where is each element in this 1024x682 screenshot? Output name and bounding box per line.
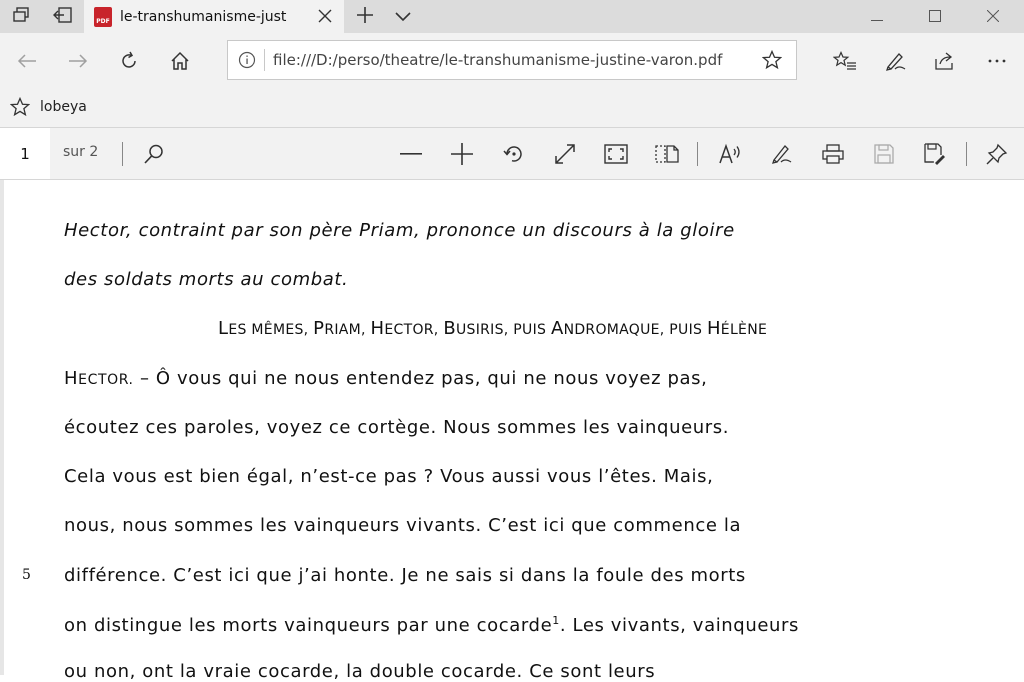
search-icon: [144, 144, 163, 164]
tab-title: le-transhumanisme-just: [120, 8, 287, 25]
speech-line: on distingue les morts vainqueurs par un…: [64, 614, 799, 636]
read-aloud-button[interactable]: [715, 139, 745, 169]
footnote-marker[interactable]: 1: [552, 614, 560, 627]
back-button[interactable]: [12, 46, 42, 76]
page-layout-icon: [655, 145, 679, 163]
maximize-button[interactable]: [906, 0, 964, 33]
speech-line: nous, nous sommes les vainqueurs vivants…: [64, 515, 742, 536]
new-tab-button[interactable]: [344, 0, 386, 33]
refresh-button[interactable]: [114, 46, 144, 76]
url-text[interactable]: file:///D:/perso/theatre/le-transhumanis…: [273, 51, 722, 69]
minimize-icon: [871, 7, 883, 26]
read-aloud-icon: [719, 143, 740, 164]
favorites-bar: lobeya: [0, 89, 1024, 128]
pen-icon: [772, 145, 792, 164]
arrow-left-icon: [17, 54, 36, 68]
pin-toolbar-button[interactable]: [982, 139, 1012, 169]
speech-line: Cela vous est bien égal, n’est-ce pas ? …: [64, 466, 714, 487]
navigation-bar: file:///D:/perso/theatre/le-transhumanis…: [0, 33, 1024, 89]
fit-page-icon: [604, 144, 628, 164]
rotate-icon: [503, 146, 522, 162]
rotate-button[interactable]: [499, 139, 529, 169]
forward-button[interactable]: [63, 46, 93, 76]
favorites-list-icon: [833, 51, 856, 70]
address-bar[interactable]: file:///D:/perso/theatre/le-transhumanis…: [227, 40, 797, 80]
pen-icon: [886, 53, 906, 71]
favorite-star-button[interactable]: [762, 50, 782, 70]
speech-line: différence. C’est ici que j’ai honte. Je…: [64, 565, 746, 586]
favorite-label: lobeya: [40, 99, 87, 115]
tab-manager-button[interactable]: [0, 0, 42, 33]
close-icon: [318, 9, 332, 23]
page-edge: [0, 180, 4, 675]
stage-direction-line: Hector, contraint par son père Priam, pr…: [64, 220, 735, 241]
save-button[interactable]: [869, 139, 899, 169]
home-icon: [171, 51, 189, 70]
arrow-right-icon: [69, 54, 88, 68]
save-as-button[interactable]: [920, 139, 950, 169]
pin-icon: [986, 143, 1008, 165]
star-icon: [10, 97, 30, 117]
speech-line: HECTOR. – Ô vous qui ne nous entendez pa…: [64, 368, 708, 389]
maximize-icon: [929, 7, 941, 26]
home-button[interactable]: [165, 46, 195, 76]
plus-icon: [451, 143, 473, 165]
favorite-item-lobeya[interactable]: lobeya: [10, 97, 87, 117]
set-aside-icon: [53, 6, 73, 27]
fit-width-button[interactable]: [550, 139, 580, 169]
page-total: sur 2: [63, 144, 99, 160]
speech-line: ou non, ont la vraie cocarde, la double …: [64, 661, 656, 682]
set-aside-tabs-button[interactable]: [42, 0, 84, 33]
notes-button[interactable]: [881, 46, 911, 76]
speaker-name: HECTOR.: [64, 368, 134, 389]
tab-preview-button[interactable]: [382, 0, 424, 33]
character-list: LES MÊMES, PRIAM, HECTOR, BUSIRIS, PUIS …: [218, 318, 768, 339]
stage-direction-line: des soldats morts au combat.: [64, 269, 349, 290]
page-layout-button[interactable]: [652, 139, 682, 169]
speech-line: écoutez ces paroles, voyez ce cortège. N…: [64, 417, 730, 438]
chevron-down-icon: [395, 7, 411, 26]
pdf-toolbar: 1 sur 2: [0, 128, 1024, 180]
zoom-out-button[interactable]: [396, 139, 426, 169]
favorites-hub-button[interactable]: [830, 46, 860, 76]
line-number: 5: [22, 567, 31, 583]
search-button[interactable]: [139, 139, 169, 169]
close-icon: [986, 7, 1000, 26]
address-divider: [264, 49, 265, 71]
save-as-icon: [924, 143, 945, 165]
expand-diagonal-icon: [555, 144, 575, 164]
ellipsis-icon: [988, 59, 1006, 63]
printer-icon: [822, 144, 844, 164]
toolbar-divider: [966, 142, 967, 166]
star-icon: [762, 50, 782, 70]
share-icon: [935, 52, 953, 70]
minimize-button[interactable]: [848, 0, 906, 33]
toolbar-divider: [697, 142, 698, 166]
page-number-input[interactable]: 1: [0, 128, 50, 179]
pdf-icon: PDF: [94, 6, 112, 27]
refresh-icon: [122, 51, 136, 68]
info-icon[interactable]: [238, 51, 256, 69]
toolbar-divider: [122, 142, 123, 166]
close-tab-button[interactable]: [316, 7, 334, 25]
title-bar: PDF le-transhumanisme-just: [0, 0, 1024, 33]
save-icon: [874, 144, 894, 164]
minus-icon: [400, 153, 422, 155]
draw-button[interactable]: [767, 139, 797, 169]
plus-icon: [356, 6, 374, 28]
zoom-in-button[interactable]: [447, 139, 477, 169]
fit-page-button[interactable]: [601, 139, 631, 169]
share-button[interactable]: [930, 46, 960, 76]
more-options-button[interactable]: [982, 46, 1012, 76]
tab-active[interactable]: PDF le-transhumanisme-just: [84, 0, 344, 33]
tab-manager-icon: [12, 6, 30, 28]
print-button[interactable]: [818, 139, 848, 169]
close-window-button[interactable]: [964, 0, 1022, 33]
